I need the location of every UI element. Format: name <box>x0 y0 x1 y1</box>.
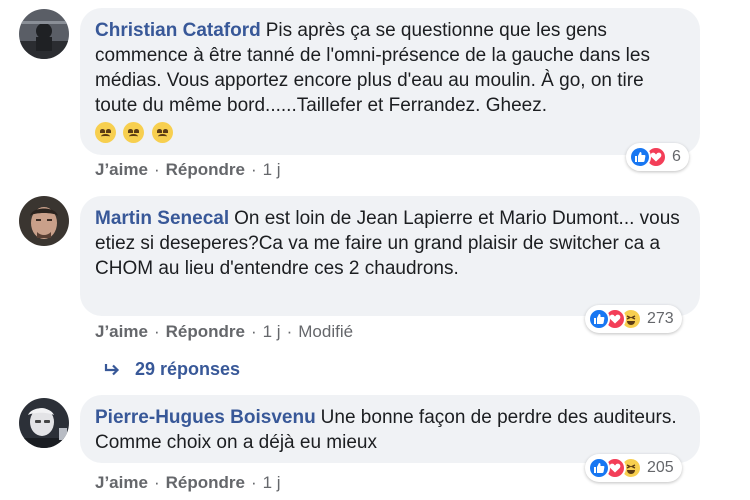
reply-link[interactable]: Répondre <box>166 473 245 492</box>
avatar[interactable] <box>19 398 69 448</box>
reply-link[interactable]: Répondre <box>166 322 245 341</box>
reaction-count: 205 <box>647 459 674 476</box>
reply-link[interactable]: Répondre <box>166 160 245 179</box>
reaction-count: 273 <box>647 310 674 327</box>
like-link[interactable]: J’aime <box>95 322 148 341</box>
like-link[interactable]: J’aime <box>95 160 148 179</box>
like-reaction-icon <box>588 308 610 330</box>
sad-face-icon <box>95 122 116 144</box>
avatar[interactable] <box>19 9 69 59</box>
comment-time[interactable]: 1 j <box>263 473 281 492</box>
sad-face-icon <box>123 122 145 144</box>
view-replies-link[interactable]: 29 réponses <box>103 359 240 380</box>
comment-bubble: Martin Senecal On est loin de Jean Lapier… <box>80 196 700 316</box>
like-reaction-icon <box>629 146 651 168</box>
replies-count-label[interactable]: 29 réponses <box>135 359 240 380</box>
reply-arrow-icon <box>104 363 120 375</box>
comment-time[interactable]: 1 j <box>263 322 281 341</box>
comment-actions: J’aime · Répondre · 1 j <box>95 160 281 179</box>
comment-author[interactable]: Pierre-Hugues Boisvenu <box>95 407 316 428</box>
edited-label: Modifié <box>298 322 354 341</box>
comment-bubble: Christian Cataford Pis après ça se questi… <box>80 8 700 155</box>
comment-actions: J’aime · Répondre · 1 j · Modifié <box>95 322 354 341</box>
comment-time[interactable]: 1 j <box>263 160 281 179</box>
sad-face-icon <box>151 122 173 144</box>
comment-actions: J’aime · Répondre · 1 j <box>95 473 281 492</box>
avatar[interactable] <box>19 196 69 246</box>
reaction-summary[interactable]: 6 <box>626 143 689 171</box>
comment-bubble: Pierre-Hugues Boisvenu Une bonne façon de… <box>80 395 700 463</box>
reaction-summary[interactable]: 205 <box>585 454 682 482</box>
comment-author[interactable]: Christian Cataford <box>95 20 261 41</box>
reaction-summary[interactable]: 273 <box>585 305 682 333</box>
comment-author[interactable]: Martin Senecal <box>95 208 229 229</box>
like-link[interactable]: J’aime <box>95 473 148 492</box>
like-reaction-icon <box>588 457 610 479</box>
emoji-group <box>95 120 175 145</box>
reaction-count: 6 <box>672 148 681 165</box>
